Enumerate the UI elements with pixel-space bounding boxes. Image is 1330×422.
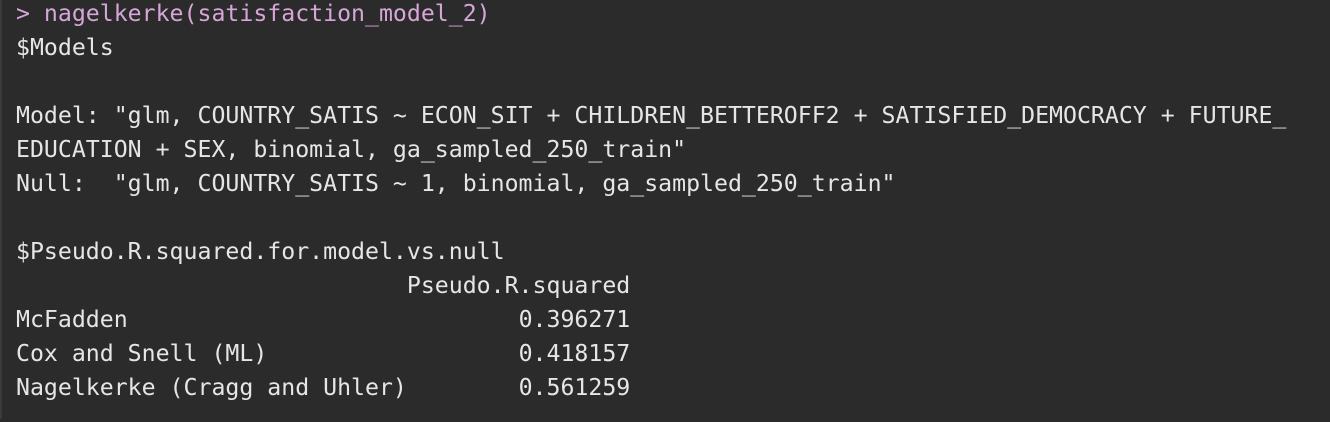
command-line: > nagelkerke(satisfaction_model_2)	[16, 0, 1330, 31]
prompt-symbol: >	[16, 0, 44, 27]
model-formula-line-1: Model: "glm, COUNTRY_SATIS ~ ECON_SIT + …	[16, 102, 1287, 129]
table-column-header: Pseudo.R.squared	[16, 272, 631, 299]
r-console-output: > nagelkerke(satisfaction_model_2) $Mode…	[0, 0, 1330, 419]
table-row: McFadden 0.396271	[16, 303, 1330, 337]
row-label: McFadden	[16, 306, 519, 333]
row-label: Nagelkerke (Cragg and Uhler)	[16, 374, 519, 401]
table-row: Cox and Snell (ML) 0.418157	[16, 337, 1330, 371]
models-header: $Models	[16, 34, 114, 61]
table-row: Nagelkerke (Cragg and Uhler) 0.561259	[16, 371, 1330, 405]
command-text: nagelkerke(satisfaction_model_2)	[43, 0, 491, 27]
row-value: 0.396271	[518, 306, 631, 333]
null-formula-line: Null: "glm, COUNTRY_SATIS ~ 1, binomial,…	[16, 170, 896, 197]
pseudo-r-squared-header: $Pseudo.R.squared.for.model.vs.null	[16, 238, 505, 265]
model-formula-line-2: EDUCATION + SEX, binomial, ga_sampled_25…	[16, 136, 687, 163]
row-value: 0.561259	[518, 374, 631, 401]
row-label: Cox and Snell (ML)	[16, 340, 519, 367]
row-value: 0.418157	[518, 340, 631, 367]
